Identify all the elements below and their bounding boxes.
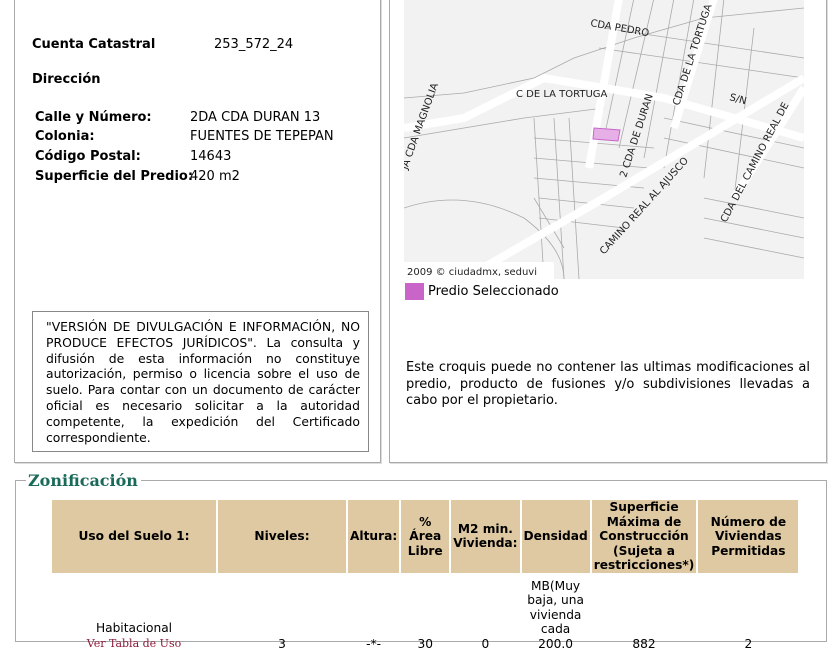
cp-value: 14643 [190,149,232,164]
zonificacion-table: Uso del Suelo 1: Niveles: Altura: % Área… [50,498,800,654]
legend-label: Predio Seleccionado [428,284,559,299]
header-altura: Altura: [348,500,400,573]
direccion-label: Dirección [32,72,101,87]
superficie-label: Superficie del Predio: [35,169,194,184]
street-label: CDA DE LA TORTUGA [671,3,714,107]
street-label: C DE LA TORTUGA [516,89,608,100]
superficie-value: 882 [632,636,656,651]
header-viviendas: Número de Viviendas Permitidas [698,500,799,573]
header-densidad: Densidad [521,500,590,573]
calle-label: Calle y Número: [35,110,152,125]
cuenta-value: 253_572_24 [214,37,294,52]
header-superficie: Superficie Máxima de Construcción (Sujet… [591,500,697,573]
colonia-value: FUENTES DE TEPEPAN [190,129,334,144]
superficie-value: 420 m2 [190,169,240,184]
header-uso: Uso del Suelo 1: [52,500,216,573]
street-label: S/N [728,92,747,107]
selected-parcel[interactable] [592,127,621,142]
densidad-value: MB(Muy baja, una vivienda cada 200.0 [527,578,584,651]
cp-label: Código Postal: [35,149,141,164]
map-note: Este croquis puede no contener las ultim… [406,360,810,408]
header-niveles: Niveles: [218,500,346,573]
cuenta-label: Cuenta Catastral [32,37,156,52]
header-m2-min: M2 min. Vivienda: [451,500,520,573]
zonificacion-title: Zonificación [26,471,141,490]
disclaimer-box: "VERSIÓN DE DIVULGACIÓN E INFORMACIÓN, N… [32,311,369,453]
area-libre-value: 30 [417,636,433,651]
header-area-libre: % Área Libre [401,500,450,573]
parcel-map[interactable]: CDA PEDRO C DE LA TORTUGA CDA DE LA TORT… [404,0,804,279]
ver-tabla-uso-link[interactable]: Ver Tabla de Uso [87,637,181,650]
legend-swatch [405,283,424,300]
viviendas-value: 2 [744,636,753,651]
altura-value: -*- [366,636,382,651]
uso-value: Habitacional [95,621,173,635]
calle-value: 2DA CDA DURAN 13 [190,110,321,125]
map-legend: Predio Seleccionado [405,283,559,300]
niveles-value: 3 [278,636,286,651]
map-copyright: 2009 © ciudadmx, seduvi [407,267,537,278]
colonia-label: Colonia: [35,129,95,144]
predio-panel: Cuenta Catastral 253_572_24 Dirección Ca… [14,0,381,463]
street-label: CDA PEDRO [589,18,650,39]
map-panel: CDA PEDRO C DE LA TORTUGA CDA DE LA TORT… [389,0,827,463]
m2-min-value: 0 [481,636,490,651]
zonificacion-section: Zonificación Uso del Suelo 1: Niveles: A… [15,471,827,651]
table-row: Habitacional Ver Tabla de Uso 3 -*- 30 0 … [52,575,798,653]
